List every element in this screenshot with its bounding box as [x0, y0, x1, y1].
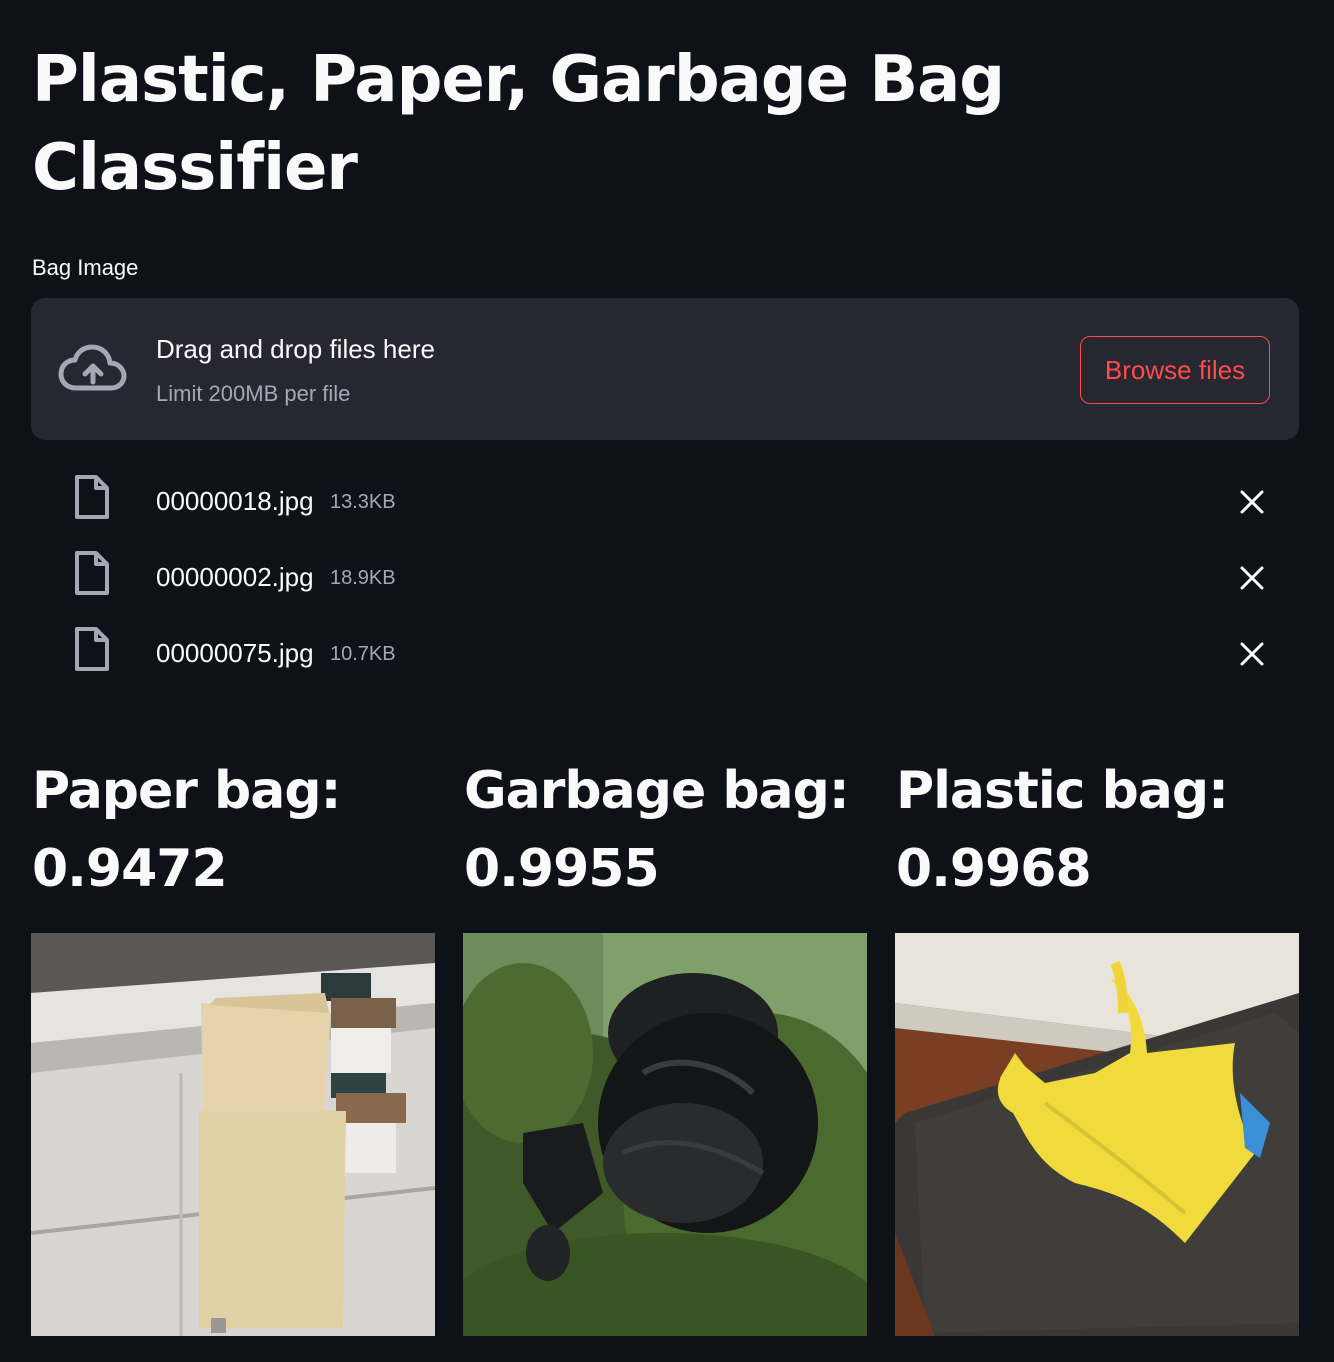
app-page: Plastic, Paper, Garbage Bag Classifier B…: [0, 0, 1334, 1362]
file-icon: [74, 626, 110, 677]
paper-bag-photo: [31, 933, 435, 1336]
file-size: 13.3KB: [330, 491, 396, 513]
file-icon: [74, 474, 110, 525]
file-size: 18.9KB: [330, 567, 396, 589]
dropzone-limit: Limit 200MB per file: [156, 381, 351, 406]
result-column-plastic: Plastic bag: 0.9968: [896, 752, 1300, 908]
cloud-upload-icon: [58, 344, 128, 399]
browse-files-button[interactable]: Browse files: [1080, 336, 1270, 404]
close-icon[interactable]: [1238, 640, 1266, 668]
uploaded-file-item: 00000018.jpg 13.3KB: [62, 474, 1272, 534]
result-score: 0.9955: [464, 839, 660, 899]
result-score: 0.9968: [896, 839, 1092, 899]
dropzone-instructions: Drag and drop files here: [156, 334, 435, 364]
uploaded-file-item: 00000075.jpg 10.7KB: [62, 626, 1272, 686]
file-name: 00000002.jpg: [156, 562, 314, 592]
garbage-bag-photo: [463, 933, 867, 1336]
close-icon[interactable]: [1238, 488, 1266, 516]
file-name: 00000018.jpg: [156, 486, 314, 516]
result-column-garbage: Garbage bag: 0.9955: [464, 752, 868, 908]
plastic-bag-photo: [895, 933, 1299, 1336]
result-column-paper: Paper bag: 0.9472: [32, 752, 436, 908]
result-label: Paper bag:: [32, 761, 341, 821]
file-icon: [74, 550, 110, 601]
result-score: 0.9472: [32, 839, 228, 899]
result-label: Garbage bag:: [464, 761, 850, 821]
uploaded-file-item: 00000002.jpg 18.9KB: [62, 550, 1272, 610]
page-title: Plastic, Paper, Garbage Bag Classifier: [32, 43, 1005, 205]
close-icon[interactable]: [1238, 564, 1266, 592]
file-uploader-label: Bag Image: [32, 255, 139, 280]
file-name: 00000075.jpg: [156, 638, 314, 668]
result-label: Plastic bag:: [896, 761, 1229, 821]
file-size: 10.7KB: [330, 643, 396, 665]
